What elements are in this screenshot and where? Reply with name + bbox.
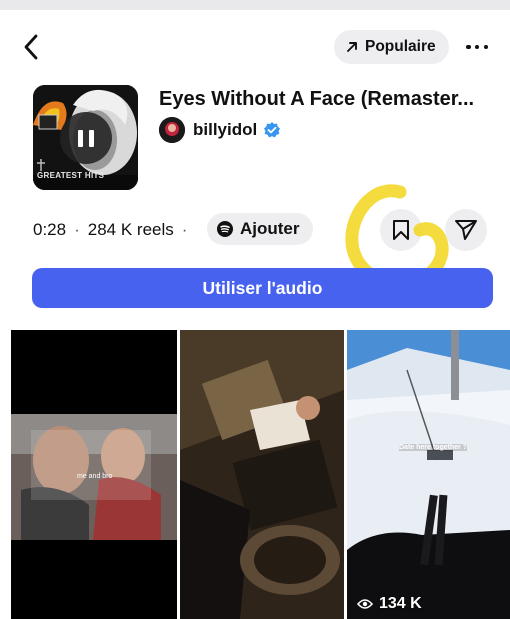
artist-avatar [159, 117, 185, 143]
reel-caption: me and bro [77, 473, 113, 480]
album-cover-text: GREATEST HITS [37, 171, 105, 180]
popular-label: Populaire [365, 38, 436, 55]
add-to-spotify-button[interactable]: Ajouter [207, 213, 313, 245]
more-options-button[interactable] [466, 40, 488, 54]
use-audio-button[interactable]: Utiliser l'audio [32, 268, 493, 308]
spotify-icon [217, 221, 233, 237]
reel-views: 134 K [357, 595, 422, 613]
reel-views-count: 134 K [379, 595, 422, 612]
reel-tile[interactable]: me and bro [11, 330, 177, 619]
add-label: Ajouter [240, 219, 300, 238]
status-bar-edge [0, 0, 510, 10]
pause-button[interactable] [60, 112, 112, 164]
separator-dot: · [181, 220, 188, 239]
reel-thumbnail [347, 330, 510, 619]
trend-arrow-icon [346, 41, 358, 53]
reel-thumbnail [180, 330, 344, 619]
reels-grid: me and bro Date here together ? [11, 330, 510, 619]
more-dots-icon [466, 44, 471, 50]
reel-tile[interactable] [180, 330, 344, 619]
verified-badge-icon [264, 122, 281, 138]
audio-duration: 0:28 [33, 220, 67, 239]
separator-dot: · [74, 220, 80, 239]
pause-icon [78, 129, 83, 147]
audio-stats: 0:28 · 284 K reels · [33, 219, 195, 241]
track-title: Eyes Without A Face (Remaster... [159, 88, 475, 110]
artist-name: billyidol [193, 120, 258, 139]
reel-caption: Date here together ? [399, 444, 468, 451]
chevron-left-icon [24, 34, 38, 60]
artist-link[interactable]: billyidol [159, 117, 281, 143]
back-button[interactable] [18, 32, 44, 62]
reels-count: 284 K reels [87, 220, 174, 239]
reel-tile[interactable]: Date here together ? [347, 330, 510, 619]
popular-button[interactable]: Populaire [334, 30, 449, 64]
play-views-icon [357, 599, 373, 609]
